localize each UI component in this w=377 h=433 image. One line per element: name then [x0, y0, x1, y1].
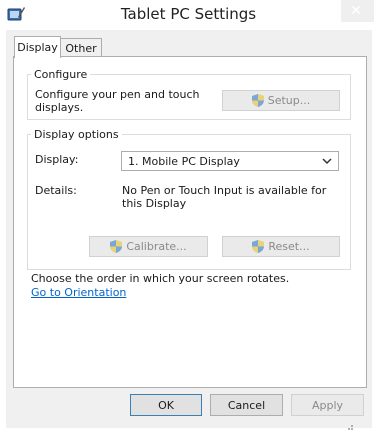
- ok-button[interactable]: OK: [130, 394, 202, 416]
- configure-group-title: Configure: [31, 68, 91, 81]
- tab-display-label: Display: [17, 41, 58, 54]
- ok-button-label: OK: [158, 398, 174, 412]
- apply-button-label: Apply: [311, 398, 344, 412]
- uac-shield-icon: [110, 240, 123, 253]
- tab-other[interactable]: Other: [60, 38, 102, 58]
- calibrate-button-label: Calibrate...: [126, 240, 187, 253]
- details-label: Details:: [35, 184, 77, 197]
- details-value: No Pen or Touch Input is available for t…: [122, 184, 327, 210]
- setup-button[interactable]: Setup...: [222, 90, 340, 111]
- close-button[interactable]: ✕: [341, 0, 371, 22]
- resize-grip-icon[interactable]: [344, 425, 354, 431]
- configure-description: Configure your pen and touch displays.: [35, 88, 200, 114]
- window-title: Tablet PC Settings: [120, 5, 257, 23]
- orientation-description: Choose the order in which your screen ro…: [31, 272, 290, 285]
- uac-shield-icon: [252, 240, 265, 253]
- go-to-orientation-link[interactable]: Go to Orientation: [31, 286, 126, 299]
- apply-button[interactable]: Apply: [291, 394, 364, 416]
- display-select-value: 1. Mobile PC Display: [128, 154, 240, 168]
- cancel-button-label: Cancel: [227, 398, 266, 412]
- cancel-button[interactable]: Cancel: [210, 394, 283, 416]
- tab-other-label: Other: [65, 42, 97, 55]
- uac-shield-icon: [251, 94, 264, 107]
- chevron-down-icon: [322, 158, 332, 165]
- display-label: Display:: [35, 153, 79, 166]
- setup-button-label: Setup...: [267, 94, 311, 107]
- calibrate-button[interactable]: Calibrate...: [89, 236, 208, 257]
- tab-display[interactable]: Display: [14, 36, 61, 58]
- reset-button[interactable]: Reset...: [222, 236, 340, 257]
- display-select[interactable]: 1. Mobile PC Display: [121, 151, 339, 171]
- close-icon: ✕: [350, 3, 362, 19]
- reset-button-label: Reset...: [268, 240, 310, 253]
- display-options-group-title: Display options: [31, 128, 122, 141]
